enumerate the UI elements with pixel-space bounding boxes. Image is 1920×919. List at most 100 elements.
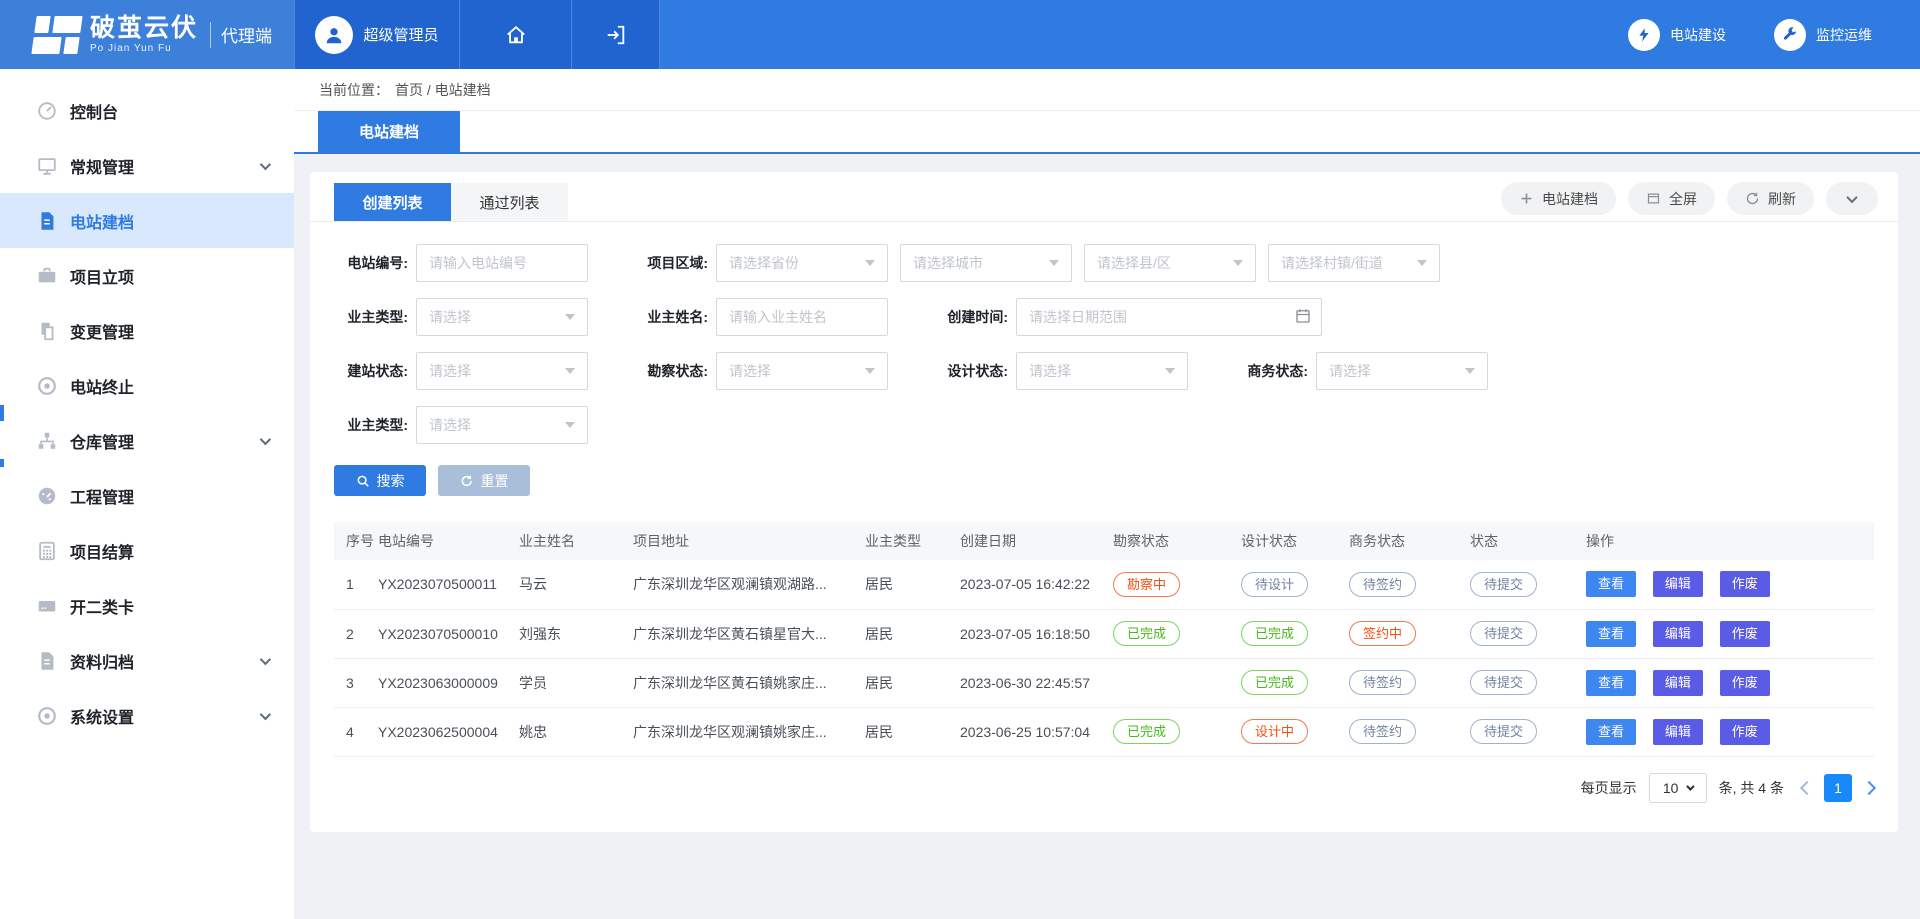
tab-passed-list[interactable]: 通过列表 bbox=[451, 183, 568, 221]
dropdown-arrow-icon bbox=[565, 314, 575, 320]
user-menu[interactable]: 超级管理员 bbox=[294, 0, 460, 69]
logout-button[interactable] bbox=[572, 0, 660, 69]
dropdown-arrow-icon bbox=[565, 422, 575, 428]
county-select[interactable]: 请选择县/区 bbox=[1084, 244, 1256, 282]
circle-dot-icon bbox=[36, 375, 58, 397]
town-select[interactable]: 请选择村镇/街道 bbox=[1268, 244, 1440, 282]
sidebar-item-card[interactable]: 开二类卡 bbox=[0, 578, 294, 633]
void-button[interactable]: 作废 bbox=[1720, 719, 1770, 745]
file-icon bbox=[36, 650, 58, 672]
nav-monitor-ops[interactable]: 监控运维 bbox=[1774, 19, 1872, 51]
view-button[interactable]: 查看 bbox=[1586, 719, 1636, 745]
sidebar-item-settings[interactable]: 系统设置 bbox=[0, 688, 294, 743]
sidebar-item-settlement[interactable]: 项目结算 bbox=[0, 523, 294, 578]
refresh-button[interactable]: 刷新 bbox=[1727, 182, 1814, 215]
status-badge: 待提交 bbox=[1470, 621, 1537, 646]
content-card: 创建列表 通过列表 电站建档 全屏 bbox=[310, 172, 1898, 832]
view-button[interactable]: 查看 bbox=[1586, 571, 1636, 597]
region-label: 项目区域: bbox=[634, 253, 716, 273]
col-actions: 操作 bbox=[1586, 522, 1874, 560]
sidebar-item-station-terminate[interactable]: 电站终止 bbox=[0, 358, 294, 413]
create-time-label: 创建时间: bbox=[934, 307, 1016, 327]
logo-subtitle: Po Jian Yun Fu bbox=[90, 43, 198, 54]
bank-card-icon bbox=[36, 595, 58, 617]
sidebar-item-engineering[interactable]: 工程管理 bbox=[0, 468, 294, 523]
prev-page-button[interactable] bbox=[1800, 780, 1814, 794]
breadcrumb: 当前位置： 首页 / 电站建档 bbox=[294, 69, 1920, 111]
per-page-select[interactable]: 10 bbox=[1649, 773, 1707, 803]
plus-icon bbox=[1519, 191, 1534, 206]
status-badge: 设计中 bbox=[1241, 719, 1308, 744]
settings-icon bbox=[36, 705, 58, 727]
void-button[interactable]: 作废 bbox=[1720, 670, 1770, 696]
design-status-select[interactable]: 请选择 bbox=[1016, 352, 1188, 390]
status-badge: 待签约 bbox=[1349, 670, 1416, 695]
page-number[interactable]: 1 bbox=[1824, 774, 1852, 802]
view-button[interactable]: 查看 bbox=[1586, 621, 1636, 647]
build-status-select[interactable]: 请选择 bbox=[416, 352, 588, 390]
chevron-down-icon bbox=[1687, 782, 1695, 790]
tab-create-list[interactable]: 创建列表 bbox=[334, 183, 451, 221]
status-badge: 勘察中 bbox=[1113, 572, 1180, 597]
province-select[interactable]: 请选择省份 bbox=[716, 244, 888, 282]
sitemap-icon bbox=[36, 430, 58, 452]
survey-status-label: 勘察状态: bbox=[634, 361, 716, 381]
sidebar-item-project-initiation[interactable]: 项目立项 bbox=[0, 248, 294, 303]
reset-icon bbox=[460, 474, 474, 488]
sidebar-item-data-archive[interactable]: 资料归档 bbox=[0, 633, 294, 688]
chevron-down-icon bbox=[1846, 191, 1857, 202]
user-name: 超级管理员 bbox=[363, 24, 438, 45]
sidebar-item-general[interactable]: 常规管理 bbox=[0, 138, 294, 193]
status-badge: 待设计 bbox=[1241, 572, 1308, 597]
void-button[interactable]: 作废 bbox=[1720, 621, 1770, 647]
breadcrumb-path[interactable]: 首页 / 电站建档 bbox=[395, 80, 491, 100]
void-button[interactable]: 作废 bbox=[1720, 571, 1770, 597]
dashboard-icon bbox=[36, 485, 58, 507]
sidebar-item-change-mgmt[interactable]: 变更管理 bbox=[0, 303, 294, 358]
reset-button[interactable]: 重置 bbox=[438, 465, 530, 496]
briefcase-icon bbox=[36, 265, 58, 287]
owner-name-input[interactable] bbox=[716, 298, 888, 336]
collapse-toolbar-button[interactable] bbox=[1826, 182, 1878, 215]
fullscreen-icon bbox=[1646, 191, 1661, 206]
date-range-input[interactable] bbox=[1016, 298, 1322, 336]
dropdown-arrow-icon bbox=[1233, 260, 1243, 266]
table-row: 2 YX2023070500010 刘强东 广东深圳龙华区黄石镇星官大... 居… bbox=[334, 609, 1874, 658]
col-address: 项目地址 bbox=[633, 522, 865, 560]
edit-button[interactable]: 编辑 bbox=[1653, 670, 1703, 696]
logo-icon bbox=[31, 16, 82, 54]
fullscreen-button[interactable]: 全屏 bbox=[1628, 182, 1715, 215]
view-button[interactable]: 查看 bbox=[1586, 670, 1636, 696]
status-badge: 待提交 bbox=[1470, 670, 1537, 695]
document-icon bbox=[36, 210, 58, 232]
next-page-button[interactable] bbox=[1862, 780, 1876, 794]
chevron-down-icon bbox=[260, 653, 271, 664]
search-button[interactable]: 搜索 bbox=[334, 465, 426, 496]
sidebar-item-console[interactable]: 控制台 bbox=[0, 83, 294, 138]
station-code-input[interactable] bbox=[416, 244, 588, 282]
nav-station-build[interactable]: 电站建设 bbox=[1628, 19, 1726, 51]
owner-type-select[interactable]: 请选择 bbox=[416, 298, 588, 336]
status-badge: 已完成 bbox=[1241, 621, 1308, 646]
search-icon bbox=[356, 474, 370, 488]
sidebar-item-station-archive[interactable]: 电站建档 bbox=[0, 193, 294, 248]
edit-button[interactable]: 编辑 bbox=[1653, 719, 1703, 745]
status-badge: 待提交 bbox=[1470, 572, 1537, 597]
copy-icon bbox=[36, 320, 58, 342]
page-tab-station-archive[interactable]: 电站建档 bbox=[318, 111, 460, 152]
edit-button[interactable]: 编辑 bbox=[1653, 621, 1703, 647]
filter-form: 电站编号: 项目区域: 请选择省份 请选择城市 请选择县/区 请选择村镇/街道 bbox=[310, 222, 1898, 496]
owner-name-label: 业主姓名: bbox=[634, 307, 716, 327]
sidebar-item-warehouse[interactable]: 仓库管理 bbox=[0, 413, 294, 468]
city-select[interactable]: 请选择城市 bbox=[900, 244, 1072, 282]
pagination: 每页显示 10 条, 共 4 条 1 bbox=[310, 757, 1898, 829]
logout-icon bbox=[605, 24, 627, 46]
business-status-select[interactable]: 请选择 bbox=[1316, 352, 1488, 390]
owner-type2-select[interactable]: 请选择 bbox=[416, 406, 588, 444]
status-badge: 待签约 bbox=[1349, 719, 1416, 744]
survey-status-select[interactable]: 请选择 bbox=[716, 352, 888, 390]
edit-button[interactable]: 编辑 bbox=[1653, 571, 1703, 597]
home-button[interactable] bbox=[460, 0, 572, 69]
add-station-button[interactable]: 电站建档 bbox=[1501, 182, 1616, 215]
logo[interactable]: 破茧云伏 Po Jian Yun Fu 代理端 bbox=[0, 0, 294, 69]
